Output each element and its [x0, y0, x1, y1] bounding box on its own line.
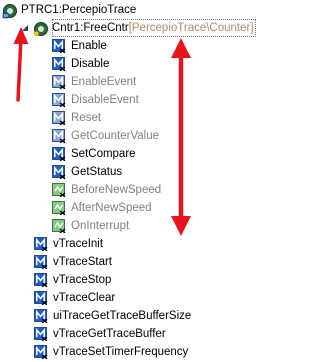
method-icon: [52, 111, 66, 126]
event-icon: [52, 201, 66, 216]
tree-item-set-compare[interactable]: SetCompare: [52, 145, 136, 163]
method-icon: [52, 93, 66, 108]
tree-item-v-trace-stop[interactable]: vTraceStop: [34, 271, 111, 289]
tree-node-root[interactable]: M PTRC1:PercepioTrace: [2, 1, 136, 19]
tree-item-label: SetCompare: [71, 148, 136, 160]
tree-item-v-trace-start[interactable]: vTraceStart: [34, 253, 112, 271]
method-icon: [34, 291, 48, 306]
tree-item-label: OnInterrupt: [71, 220, 130, 232]
expanded-triangle-icon[interactable]: [20, 23, 30, 33]
tree-item-enable[interactable]: Enable: [52, 37, 107, 55]
tree-item-label: DisableEvent: [71, 94, 139, 106]
method-icon: [52, 129, 66, 144]
tree-node-root-label: PTRC1:PercepioTrace: [21, 4, 137, 16]
tree-item-reset[interactable]: Reset: [52, 109, 101, 127]
tree-item-label: BeforeNewSpeed: [71, 184, 162, 196]
tree-item-get-counter-value[interactable]: GetCounterValue: [52, 127, 159, 145]
processor-bean-icon: M: [2, 3, 17, 19]
tree-node-component[interactable]: Cntr1:FreeCntr [PercepioTrace\Counter]: [20, 19, 256, 37]
tree-item-disable-event[interactable]: DisableEvent: [52, 91, 139, 109]
tree-item-label: vTraceGetTraceBuffer: [53, 328, 166, 340]
component-name: Cntr1:FreeCntr: [52, 22, 129, 34]
component-path: [PercepioTrace\Counter]: [128, 22, 254, 34]
tree-item-get-status[interactable]: GetStatus: [52, 163, 122, 181]
tree-item-before-new-speed[interactable]: BeforeNewSpeed: [52, 181, 161, 199]
method-icon: [52, 147, 66, 162]
method-icon: [52, 75, 66, 90]
tree-item-label: Reset: [71, 112, 102, 124]
tree-item-label: GetCounterValue: [71, 130, 160, 142]
method-icon: [52, 57, 66, 72]
tree-item-label: GetStatus: [71, 166, 123, 178]
tree-item-ui-trace-get-trace-buffer-size[interactable]: uiTraceGetTraceBufferSize: [34, 307, 191, 325]
method-icon: [52, 39, 66, 54]
tree-item-v-trace-init[interactable]: vTraceInit: [34, 235, 103, 253]
tree-item-after-new-speed[interactable]: AfterNewSpeed: [52, 199, 152, 217]
svg-text:M: M: [4, 13, 8, 18]
tree-item-label: vTraceStop: [53, 274, 112, 286]
method-icon: [34, 345, 48, 360]
tree-item-label: uiTraceGetTraceBufferSize: [53, 310, 192, 322]
method-icon: [52, 165, 66, 180]
tree-item-disable[interactable]: Disable: [52, 55, 109, 73]
component-tree: M PTRC1:PercepioTrace Cntr1:FreeCntr [Pe…: [0, 0, 264, 362]
tree-item-label: vTraceStart: [53, 256, 113, 268]
tree-item-label: Disable: [71, 58, 110, 70]
tree-item-label: Enable: [71, 40, 107, 52]
tree-item-label: AfterNewSpeed: [71, 202, 152, 214]
tree-item-label: vTraceSetTimerFrequency: [53, 346, 189, 358]
component-bean-icon: [33, 21, 48, 36]
tree-item-label: vTraceInit: [53, 238, 104, 250]
method-icon: [34, 273, 48, 288]
method-icon: [34, 327, 48, 342]
method-icon: [34, 255, 48, 270]
event-icon: [52, 183, 66, 198]
tree-item-on-interrupt[interactable]: OnInterrupt: [52, 217, 129, 235]
tree-node-component-label-box: Cntr1:FreeCntr [PercepioTrace\Counter]: [52, 19, 256, 37]
red-double-arrow-icon: [171, 38, 191, 236]
tree-item-v-trace-get-trace-buffer[interactable]: vTraceGetTraceBuffer: [34, 325, 166, 343]
tree-item-v-trace-clear[interactable]: vTraceClear: [34, 289, 115, 307]
red-up-arrow-icon: [13, 27, 29, 102]
tree-item-label: vTraceClear: [53, 292, 116, 304]
method-icon: [34, 309, 48, 324]
tree-item-enable-event[interactable]: EnableEvent: [52, 73, 136, 91]
tree-item-label: EnableEvent: [71, 76, 137, 88]
event-icon: [52, 219, 66, 234]
method-icon: [34, 237, 48, 252]
tree-item-v-trace-set-timer-frequency[interactable]: vTraceSetTimerFrequency: [34, 343, 188, 361]
